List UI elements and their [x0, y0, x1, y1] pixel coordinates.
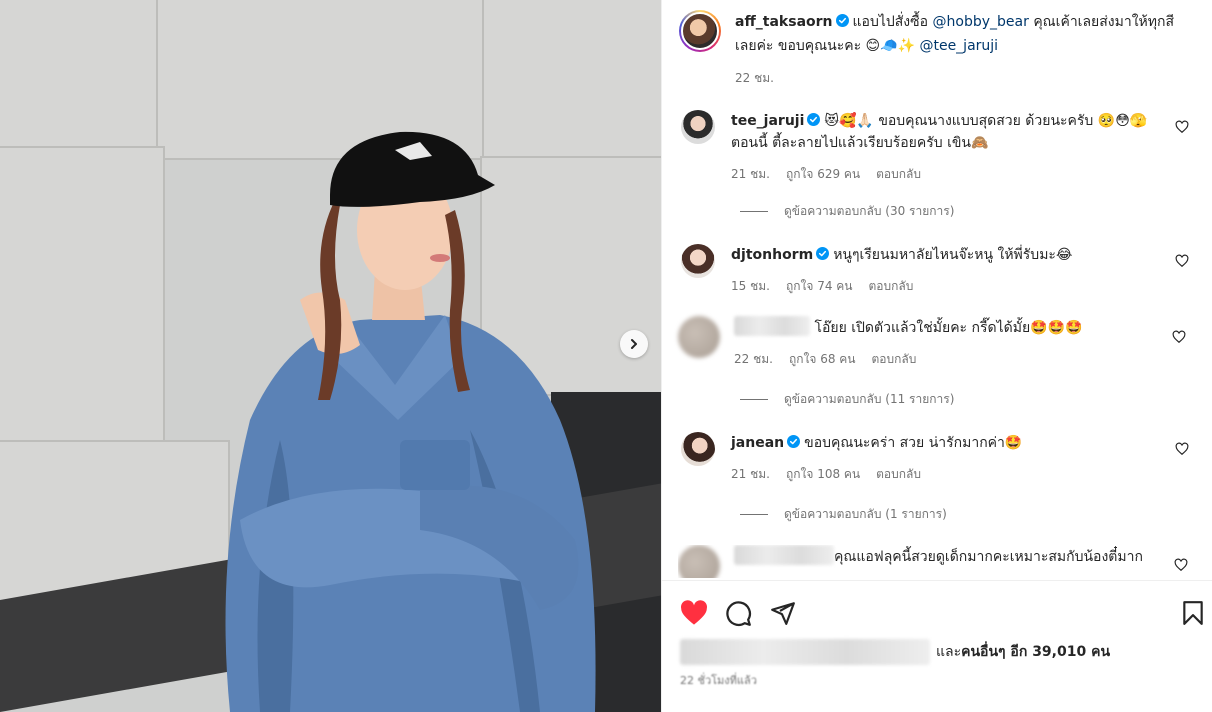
comment-likes[interactable]: ถูกใจ 629 คน — [786, 163, 860, 185]
verified-badge-icon — [787, 435, 801, 448]
post-actions: และคนอื่นๆ อีก 39,010 คน 22 ชั่วโมงที่แล… — [662, 580, 1212, 712]
commenter-avatar-blurred[interactable] — [678, 545, 720, 578]
comment-like-heart-icon[interactable] — [1175, 254, 1189, 268]
comment-item: คุณแอฟลุคนี้สวยดูเด็กมากคะเหมาะสมกับน้อง… — [678, 545, 1186, 578]
comment-like-heart-icon[interactable] — [1172, 330, 1186, 344]
comment-text: ขอบคุณนะคร่า สวย น่ารักมากค่า🤩 — [804, 435, 1023, 451]
reply-button[interactable]: ตอบกลับ — [869, 275, 914, 297]
comment-time: 21 ชม. — [731, 467, 770, 481]
heart-filled-icon[interactable] — [680, 600, 708, 626]
comment-item: djtonhorm หนูๆเรียนมหาลัยไหนจ๊ะหนู ให้พี่… — [681, 244, 1189, 297]
woman-in-denim-illustration — [225, 131, 596, 712]
view-replies-button[interactable]: ดูข้อความตอบกลับ (1 รายการ) — [740, 505, 947, 524]
comment-item: tee_jaruji 😻🥰🙏🏻 ขอบคุณนางแบบสุดสวย ด้วยนะ… — [681, 110, 1189, 185]
comment-time: 15 ชม. — [731, 279, 770, 293]
comment-likes[interactable]: ถูกใจ 108 คน — [786, 463, 860, 485]
view-replies-button[interactable]: ดูข้อความตอบกลับ (30 รายการ) — [740, 202, 954, 221]
caption-mention-hobby-bear[interactable]: @hobby_bear — [933, 14, 1029, 30]
commenter-avatar[interactable] — [681, 110, 715, 144]
commenter-username[interactable]: tee_jaruji — [731, 113, 804, 129]
chevron-right-icon — [631, 339, 637, 349]
caption-text: แอบไปสั่งซื้อ — [852, 14, 929, 30]
next-photo-button[interactable] — [620, 330, 648, 358]
author-username[interactable]: aff_taksaorn — [735, 14, 833, 30]
comment-time: 22 ชม. — [734, 352, 773, 366]
comment-text: โอ๊ยย เปิดตัวแล้วใช่มั้ยคะ กรี๊ดได้มั้ย🤩… — [814, 320, 1083, 336]
comments-panel: aff_taksaorn แอบไปสั่งซื้อ @hobby_bear คุ… — [661, 0, 1212, 712]
likes-summary: และคนอื่นๆ อีก 39,010 คน — [680, 639, 1200, 665]
comment-icon[interactable] — [725, 600, 752, 627]
likes-prefix: และ — [936, 644, 962, 660]
verified-badge-icon — [835, 14, 849, 27]
view-replies-button[interactable]: ดูข้อความตอบกลับ (11 รายการ) — [740, 390, 954, 409]
post-caption: aff_taksaorn แอบไปสั่งซื้อ @hobby_bear คุ… — [679, 10, 1189, 90]
commenter-username-blurred[interactable] — [734, 316, 810, 336]
comment-time: 21 ชม. — [731, 167, 770, 181]
reply-button[interactable]: ตอบกลับ — [876, 163, 921, 185]
comment-text: หนูๆเรียนมหาลัยไหนจ๊ะหนู ให้พี่รับมะ😂 — [833, 247, 1073, 263]
verified-badge-icon — [816, 247, 830, 260]
reply-button[interactable]: ตอบกลับ — [872, 348, 917, 370]
comment-like-heart-icon[interactable] — [1175, 442, 1189, 456]
commenter-username[interactable]: djtonhorm — [731, 247, 813, 263]
share-icon[interactable] — [770, 600, 796, 626]
commenter-avatar-blurred[interactable] — [678, 316, 720, 358]
comment-like-heart-icon[interactable] — [1174, 558, 1188, 572]
liker-names-blurred[interactable] — [680, 639, 930, 665]
bookmark-icon[interactable] — [1181, 600, 1205, 626]
commenter-username[interactable]: janean — [731, 435, 784, 451]
caption-mention-tee-jaruji[interactable]: @tee_jaruji — [919, 38, 998, 54]
author-avatar[interactable] — [679, 10, 721, 52]
comment-item: โอ๊ยย เปิดตัวแล้วใช่มั้ยคะ กรี๊ดได้มั้ย🤩… — [678, 316, 1186, 370]
post-timestamp-blurred[interactable]: 22 ชั่วโมงที่แล้ว — [680, 671, 757, 689]
commenter-username-blurred[interactable] — [734, 545, 834, 565]
comment-item: janean ขอบคุณนะคร่า สวย น่ารักมากค่า🤩 21 … — [681, 432, 1189, 485]
caption-time: 22 ชม. — [735, 71, 774, 85]
comment-likes[interactable]: ถูกใจ 68 คน — [789, 348, 856, 370]
commenter-avatar[interactable] — [681, 432, 715, 466]
comment-likes[interactable]: ถูกใจ 74 คน — [786, 275, 853, 297]
comment-like-heart-icon[interactable] — [1175, 120, 1189, 134]
reply-button[interactable]: ตอบกลับ — [876, 463, 921, 485]
likes-count-link[interactable]: คนอื่นๆ อีก 39,010 คน — [961, 644, 1110, 660]
instagram-post-viewer: aff_taksaorn แอบไปสั่งซื้อ @hobby_bear คุ… — [0, 0, 1212, 712]
verified-badge-icon — [807, 113, 821, 126]
post-photo — [0, 0, 661, 712]
comment-text: คุณแอฟลุคนี้สวยดูเด็กมากคะเหมาะสมกับน้อง… — [834, 549, 1143, 565]
commenter-avatar[interactable] — [681, 244, 715, 278]
